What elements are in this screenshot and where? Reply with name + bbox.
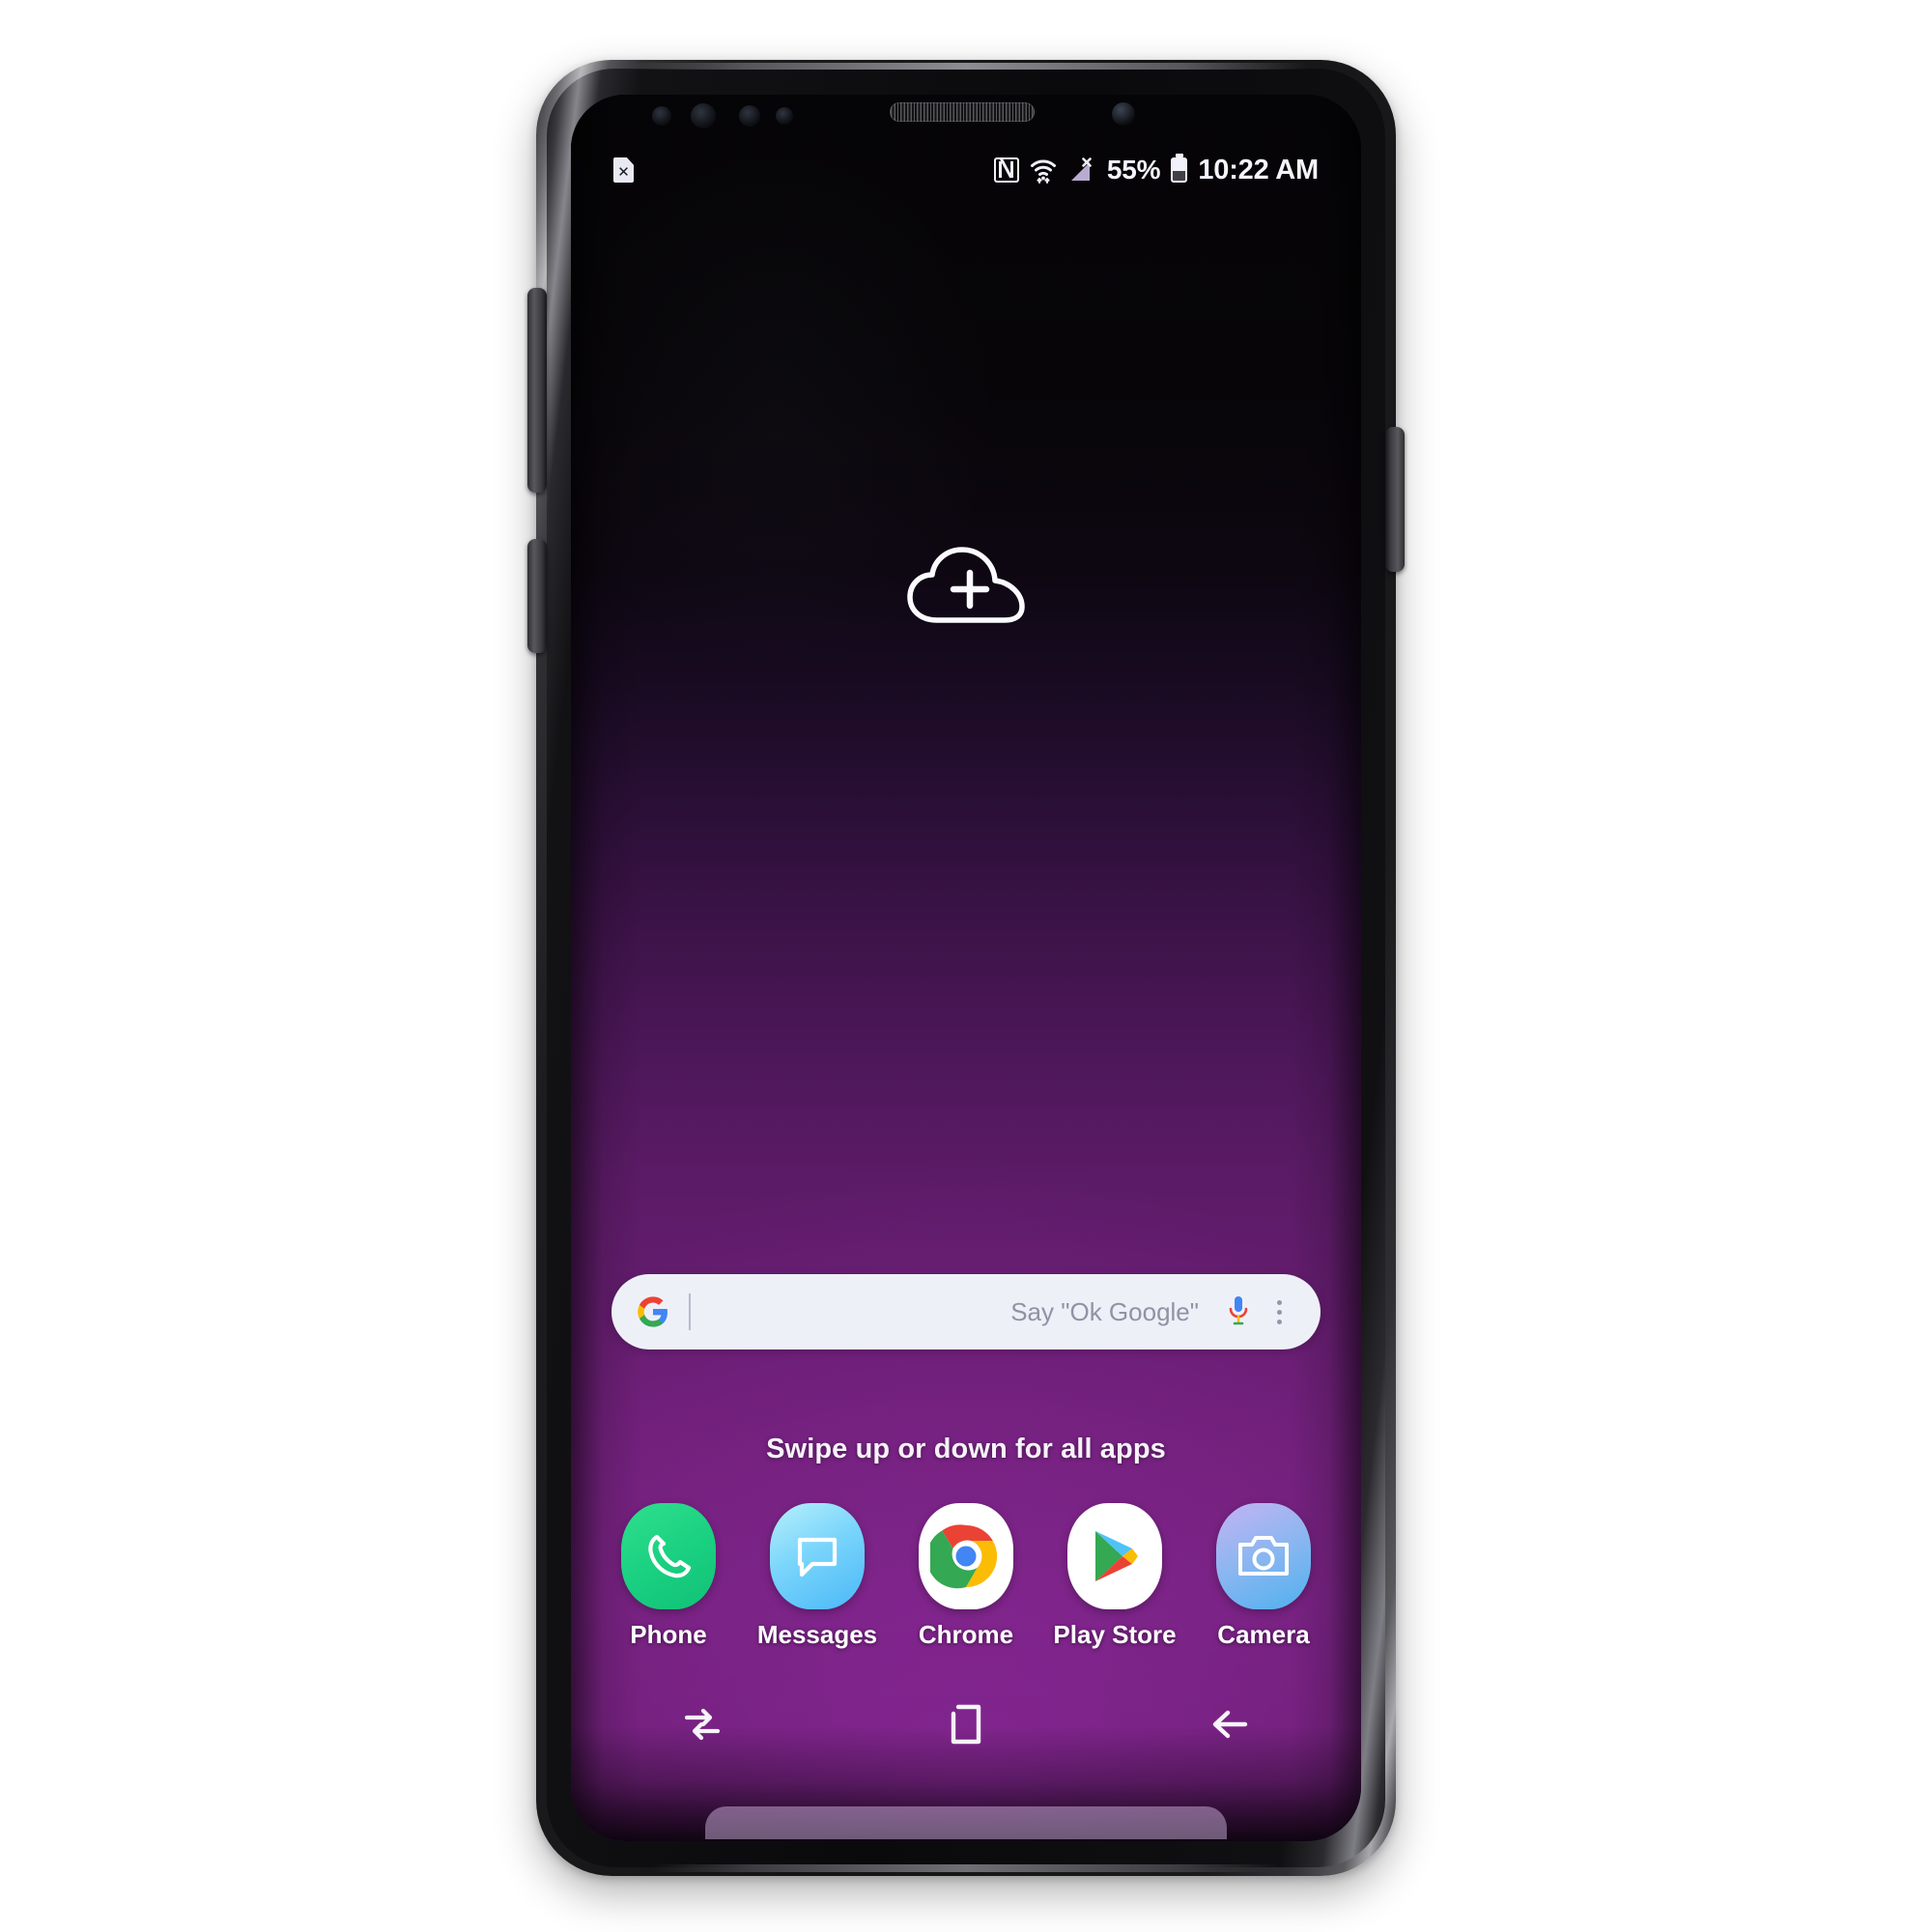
dock-label-camera: Camera xyxy=(1217,1620,1310,1649)
proximity-sensor-icon xyxy=(691,103,716,128)
back-button[interactable] xyxy=(1097,1685,1361,1764)
cellular-no-service-icon xyxy=(1067,157,1096,183)
top-bezel-hardware xyxy=(571,77,1361,145)
dock-item-camera[interactable]: Camera xyxy=(1207,1503,1321,1650)
light-sensor-icon xyxy=(739,105,760,127)
navigation-gesture-bar[interactable] xyxy=(705,1806,1227,1839)
home-icon xyxy=(951,1704,981,1745)
camera-icon[interactable] xyxy=(1216,1503,1311,1609)
chrome-icon[interactable] xyxy=(919,1503,1013,1609)
recents-button[interactable] xyxy=(571,1685,835,1764)
wifi-icon xyxy=(1030,156,1057,184)
search-input[interactable]: Say "Ok Google" xyxy=(691,1297,1226,1327)
app-dock: Phone Messages Chrome Play Store Camera xyxy=(571,1503,1361,1650)
dock-label-play-store: Play Store xyxy=(1053,1620,1177,1649)
status-bar-right-icons: 55% 10:22 AM xyxy=(993,154,1319,185)
phone-device: 55% 10:22 AM Say "Ok Go xyxy=(527,60,1405,1876)
power-button[interactable] xyxy=(1385,427,1405,572)
dock-label-phone: Phone xyxy=(630,1620,707,1649)
dock-label-messages: Messages xyxy=(756,1620,878,1649)
dock-item-phone[interactable]: Phone xyxy=(611,1503,725,1650)
iris-scanner-sensor-icon xyxy=(652,106,671,126)
nfc-icon xyxy=(993,157,1019,183)
back-arrow-icon xyxy=(1212,1710,1247,1739)
sim-card-missing-icon xyxy=(613,157,634,183)
phone-handset-icon[interactable] xyxy=(621,1503,716,1609)
battery-icon xyxy=(1171,157,1188,183)
top-antenna-strip xyxy=(623,63,1309,70)
swipe-hint-label: Swipe up or down for all apps xyxy=(766,1434,1166,1464)
more-options-icon[interactable] xyxy=(1264,1293,1293,1330)
google-g-logo xyxy=(637,1295,669,1328)
navigation-bar xyxy=(571,1685,1361,1764)
add-cloud-widget[interactable] xyxy=(902,541,1030,635)
front-camera xyxy=(1112,102,1135,126)
recents-icon xyxy=(685,1708,721,1741)
status-bar-left-icons xyxy=(613,157,634,183)
dock-item-chrome[interactable]: Chrome xyxy=(909,1503,1023,1650)
google-search-bar[interactable]: Say "Ok Google" xyxy=(611,1274,1321,1350)
play-store-icon[interactable] xyxy=(1067,1503,1162,1609)
cloud-plus-icon xyxy=(907,547,1025,623)
microphone-icon[interactable] xyxy=(1226,1293,1251,1330)
status-bar-clock: 10:22 AM xyxy=(1198,154,1319,185)
battery-percent-label: 55% xyxy=(1106,155,1161,185)
earpiece-speaker xyxy=(890,102,1035,122)
volume-rocker-button[interactable] xyxy=(527,288,547,493)
dock-label-chrome: Chrome xyxy=(918,1620,1014,1649)
led-indicator-icon xyxy=(776,107,793,125)
status-bar[interactable]: 55% 10:22 AM xyxy=(571,151,1361,189)
bottom-antenna-strip xyxy=(652,1864,1280,1872)
bixby-button[interactable] xyxy=(527,539,547,653)
dock-item-play-store[interactable]: Play Store xyxy=(1053,1503,1177,1650)
dock-item-messages[interactable]: Messages xyxy=(756,1503,878,1650)
home-button[interactable] xyxy=(835,1685,1098,1764)
message-bubble-icon[interactable] xyxy=(770,1503,865,1609)
phone-screen[interactable]: 55% 10:22 AM Say "Ok Go xyxy=(571,95,1361,1841)
